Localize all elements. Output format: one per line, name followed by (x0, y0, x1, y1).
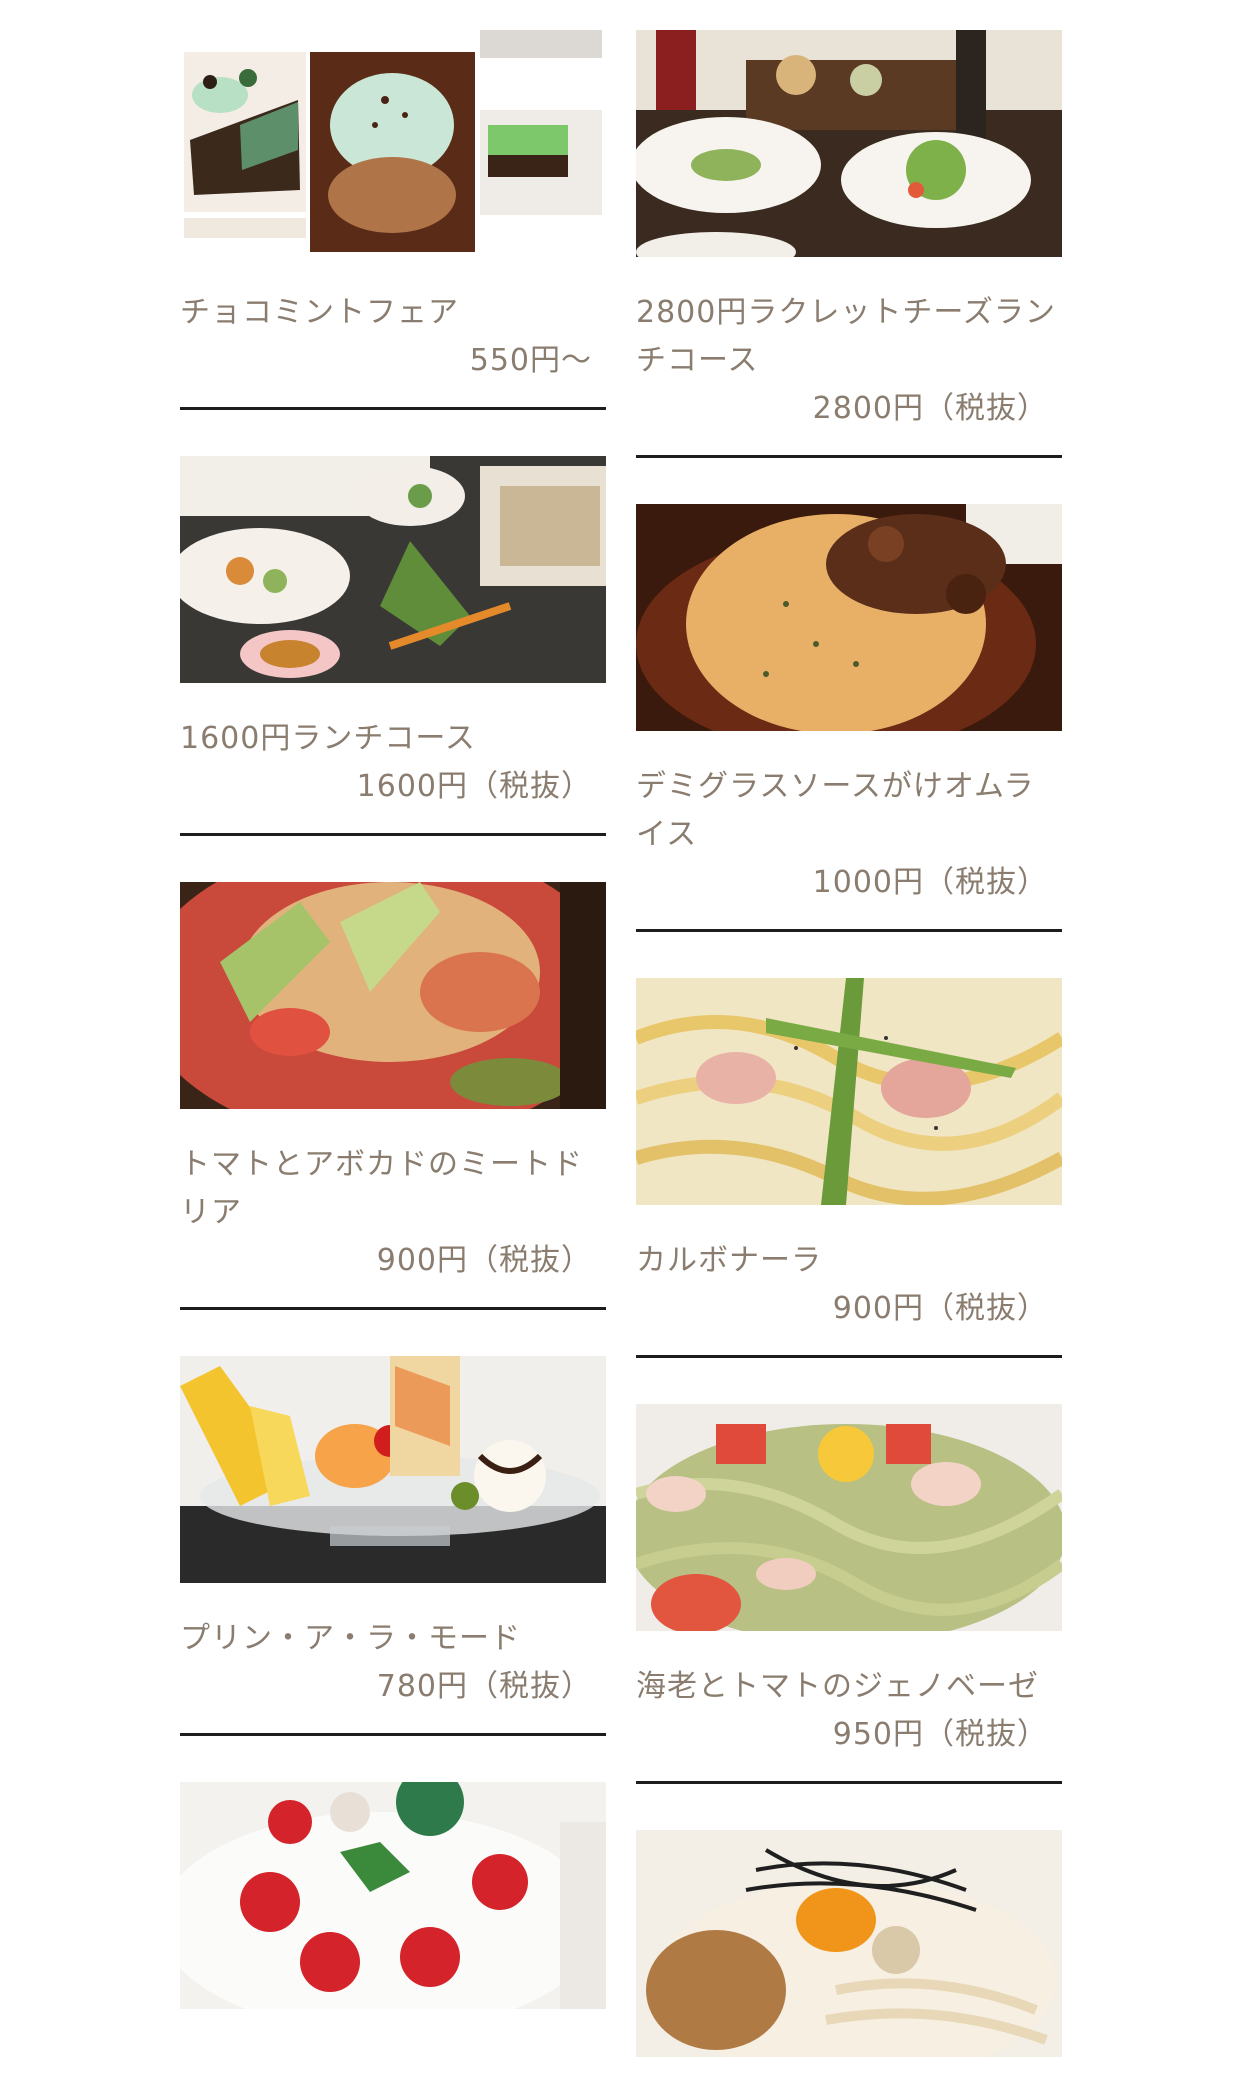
menu-item[interactable]: 海老とトマトのジェノベーゼ 950円（税抜） (636, 1404, 1062, 1784)
chocomint-desserts-photo[interactable] (180, 30, 606, 257)
carbonara-photo[interactable] (636, 978, 1062, 1205)
menu-item[interactable] (180, 1782, 606, 2009)
christmas-cake-photo[interactable] (180, 1782, 606, 2009)
menu-column-right: 2800円ラクレットチーズランチコース 2800円（税抜） デミグラスソースがけ… (636, 30, 1062, 2057)
menu-item-name: チョコミントフェア (180, 295, 459, 330)
menu-item-name: 1600円ランチコース (180, 721, 476, 756)
menu-item-price: 1600円（税抜） (356, 769, 592, 804)
menu-item[interactable]: チョコミントフェア 550円〜 (180, 30, 606, 410)
menu-item-name: デミグラスソースがけオムライス (636, 769, 1035, 852)
meat-doria-photo[interactable] (180, 882, 606, 1109)
menu-item-name: 海老とトマトのジェノベーゼ (636, 1669, 1039, 1704)
menu-item[interactable]: カルボナーラ 900円（税抜） (636, 978, 1062, 1358)
shrimp-genovese-photo[interactable] (636, 1404, 1062, 1631)
menu-item-price: 2800円（税抜） (812, 391, 1048, 426)
omurice-photo[interactable] (636, 504, 1062, 731)
menu-item-price: 1000円（税抜） (812, 865, 1048, 900)
pudding-a-la-mode-photo[interactable] (180, 1356, 606, 1583)
menu-item[interactable]: トマトとアボカドのミートドリア 900円（税抜） (180, 882, 606, 1310)
menu-item-price: 780円（税抜） (376, 1669, 592, 1704)
menu-item-price: 900円（税抜） (832, 1291, 1048, 1326)
menu-item[interactable]: 2800円ラクレットチーズランチコース 2800円（税抜） (636, 30, 1062, 458)
menu-item-price: 900円（税抜） (376, 1243, 592, 1278)
menu-column-left: チョコミントフェア 550円〜 1600円ランチコース 1600円（税抜） トマ… (180, 30, 606, 2009)
menu-item-price: 550円〜 (469, 343, 592, 378)
menu-item-name: 2800円ラクレットチーズランチコース (636, 295, 1056, 378)
menu-item[interactable]: デミグラスソースがけオムライス 1000円（税抜） (636, 504, 1062, 932)
raclette-lunch-photo[interactable] (636, 30, 1062, 257)
menu-item-name: カルボナーラ (636, 1243, 822, 1278)
menu-item[interactable]: 1600円ランチコース 1600円（税抜） (180, 456, 606, 836)
soba-noodle-photo[interactable] (636, 1830, 1062, 2057)
menu-item[interactable] (636, 1830, 1062, 2057)
lunch-course-photo[interactable] (180, 456, 606, 683)
menu-item[interactable]: プリン・ア・ラ・モード 780円（税抜） (180, 1356, 606, 1736)
menu-item-name: プリン・ア・ラ・モード (180, 1621, 521, 1656)
menu-item-name: トマトとアボカドのミートドリア (180, 1147, 583, 1230)
menu-item-price: 950円（税抜） (832, 1717, 1048, 1752)
